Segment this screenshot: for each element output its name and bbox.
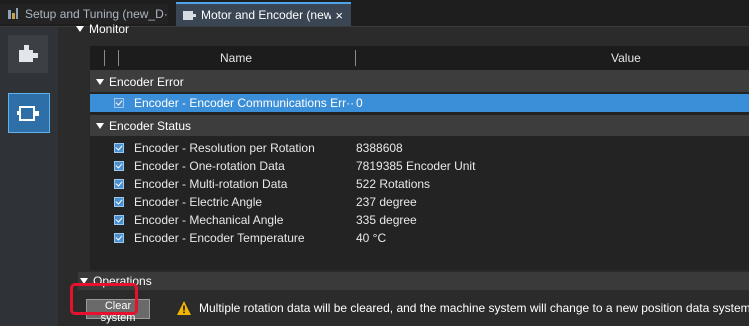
operations-message: Multiple rotation data will be cleared, … — [199, 301, 749, 315]
group-encoder-status[interactable]: Encoder Status — [90, 115, 749, 136]
group-encoder-error[interactable]: Encoder Error — [90, 71, 749, 92]
column-header-name[interactable]: Name — [220, 51, 252, 65]
close-icon[interactable]: × — [335, 8, 343, 23]
checkbox-icon[interactable] — [114, 179, 124, 189]
table-row[interactable]: Encoder - Encoder Communications Err··· … — [90, 94, 749, 112]
checkbox-icon[interactable] — [114, 215, 124, 225]
monitor-title: Monitor — [89, 22, 130, 36]
main-panel: Monitor Name Value Encoder Error Encoder… — [58, 22, 749, 326]
table-row[interactable]: Encoder - Encoder Temperature 40 °C — [90, 229, 749, 247]
sidebar — [0, 27, 58, 326]
monitor-table: Name Value Encoder Error Encoder - Encod… — [90, 46, 749, 270]
warning-icon — [177, 301, 191, 315]
column-separator — [104, 50, 105, 66]
row-value: 7819385 Encoder Unit — [356, 159, 476, 173]
monitor-section-header[interactable]: Monitor — [76, 21, 129, 37]
collapse-triangle-icon — [96, 122, 104, 129]
row-value: 8388608 — [356, 141, 403, 155]
group-label: Encoder Error — [109, 74, 184, 89]
group-label: Encoder Status — [109, 118, 192, 133]
button-highlight-annotation — [70, 283, 138, 315]
motor-icon — [183, 11, 196, 20]
row-value: 522 Rotations — [356, 177, 431, 191]
row-value: 335 degree — [356, 213, 417, 227]
table-row[interactable]: Encoder - Resolution per Rotation 838860… — [90, 139, 749, 157]
row-value: 237 degree — [356, 195, 417, 209]
tab-motor-and-encoder[interactable]: Motor and Encoder (new··· × — [176, 2, 351, 26]
row-name: Encoder - Resolution per Rotation — [134, 141, 315, 155]
table-row[interactable]: Encoder - One-rotation Data 7819385 Enco… — [90, 157, 749, 175]
collapse-triangle-icon — [76, 26, 84, 32]
tab-label: Setup and Tuning (new_D··· — [25, 7, 168, 21]
row-value: 40 °C — [356, 231, 387, 245]
checkbox-icon[interactable] — [114, 161, 124, 171]
row-name: Encoder - Encoder Communications Err··· — [134, 96, 354, 110]
motor-encoder-icon — [17, 106, 39, 121]
row-name: Encoder - Electric Angle — [134, 195, 263, 209]
table-header: Name Value — [90, 46, 749, 71]
sidebar-motor-button[interactable] — [8, 35, 48, 73]
table-row[interactable]: Encoder - Mechanical Angle 335 degree — [90, 211, 749, 229]
sidebar-motor-encoder-button[interactable] — [8, 93, 50, 133]
checkbox-icon[interactable] — [114, 143, 124, 153]
motor-icon — [19, 45, 38, 62]
collapse-triangle-icon — [96, 78, 104, 85]
row-name: Encoder - One-rotation Data — [134, 159, 285, 173]
column-header-value[interactable]: Value — [611, 51, 641, 65]
checkbox-icon[interactable] — [114, 98, 124, 108]
row-value: 0 — [356, 96, 363, 110]
row-name: Encoder - Multi-rotation Data — [134, 177, 288, 191]
row-name: Encoder - Encoder Temperature — [134, 231, 305, 245]
row-name: Encoder - Mechanical Angle — [134, 213, 284, 227]
table-row[interactable]: Encoder - Electric Angle 237 degree — [90, 193, 749, 211]
checkbox-icon[interactable] — [114, 233, 124, 243]
checkbox-icon[interactable] — [114, 197, 124, 207]
tab-label: Motor and Encoder (new··· — [201, 8, 332, 22]
table-row[interactable]: Encoder - Multi-rotation Data 522 Rotati… — [90, 175, 749, 193]
setup-icon — [8, 8, 18, 19]
operations-section-header[interactable]: Operations — [78, 272, 749, 290]
column-separator — [118, 50, 119, 66]
column-separator[interactable] — [355, 50, 356, 66]
